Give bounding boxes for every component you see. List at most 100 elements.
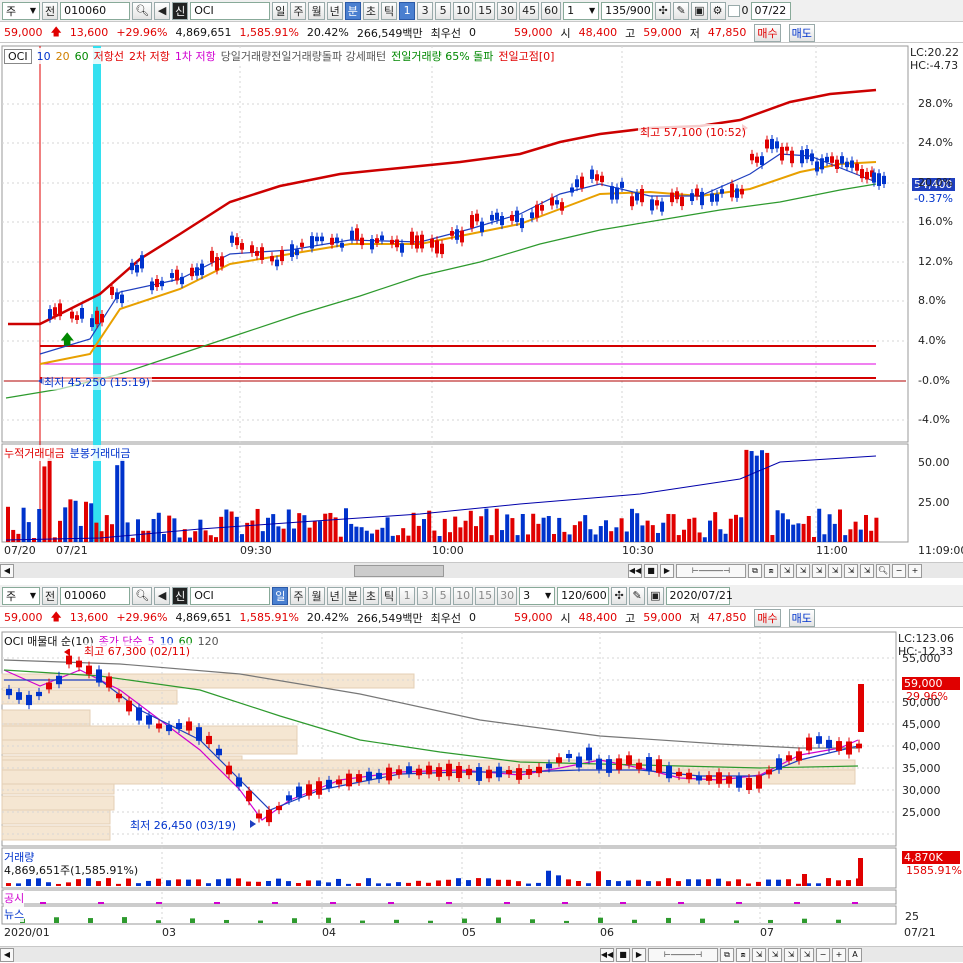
search-icon[interactable]: 🔍︎ — [132, 586, 153, 605]
code-input-2[interactable]: 010060 — [60, 586, 131, 605]
candle — [380, 235, 384, 241]
save-icon[interactable]: ▣ — [691, 1, 708, 20]
crosshair-icon[interactable]: ✣ — [611, 586, 628, 605]
tool6-icon[interactable]: ⇲ — [800, 947, 814, 962]
stop-icon[interactable]: ■ — [644, 563, 658, 578]
interval-5-2[interactable]: 5 — [435, 586, 452, 605]
zoom-slider[interactable]: ⊢―――⊣ — [648, 947, 718, 962]
period-week-2[interactable]: 주 — [290, 586, 307, 605]
tool2-icon[interactable]: ⧈ — [764, 563, 778, 578]
count-field-2[interactable]: 120/600 — [557, 586, 610, 605]
plus-icon[interactable]: + — [832, 947, 846, 962]
pencil-icon[interactable]: ✎ — [629, 586, 646, 605]
checkbox[interactable] — [727, 4, 740, 17]
candle — [315, 236, 319, 242]
interval-15-2[interactable]: 15 — [475, 586, 496, 605]
scroll-thumb[interactable] — [354, 564, 444, 577]
sell-button-2[interactable]: 매도 — [788, 608, 815, 627]
period-year[interactable]: 년 — [326, 1, 343, 20]
search-icon[interactable]: 🔍︎ — [132, 1, 153, 20]
scroll-left-icon[interactable]: ◀ — [0, 947, 14, 962]
buy-button-2[interactable]: 매수 — [754, 608, 781, 627]
period-tick-2[interactable]: 틱 — [380, 586, 398, 605]
interval-10-2[interactable]: 10 — [453, 586, 474, 605]
period-minute-2[interactable]: 분 — [344, 586, 361, 605]
stop-icon[interactable]: ■ — [616, 947, 630, 962]
speaker-icon[interactable]: ◀︎ — [154, 586, 171, 605]
period-second[interactable]: 초 — [362, 1, 379, 20]
interval-3-2[interactable]: 3 — [417, 586, 434, 605]
rewind-icon[interactable]: ◀◀ — [600, 947, 614, 962]
interval-30[interactable]: 30 — [497, 1, 518, 20]
type-select[interactable]: 주 ▼ — [2, 1, 40, 20]
interval-select-2[interactable]: 3 ▼ — [519, 586, 556, 605]
prev-button[interactable]: 전 — [42, 1, 59, 20]
minus-icon[interactable]: − — [892, 563, 906, 578]
prev-button-2[interactable]: 전 — [42, 586, 59, 605]
tool6-icon[interactable]: ⇲ — [828, 563, 842, 578]
period-day[interactable]: 일 — [272, 1, 289, 20]
tool3-icon[interactable]: ⇲ — [752, 947, 766, 962]
count-field[interactable]: 135/900 — [601, 1, 654, 20]
interval-1[interactable]: 1 — [399, 1, 416, 20]
speaker-icon[interactable]: ◀︎ — [154, 1, 171, 20]
tool-icon[interactable]: ⧉ — [720, 947, 734, 962]
rewind-icon[interactable]: ◀◀ — [628, 563, 642, 578]
daily-candle — [426, 765, 432, 775]
name-input-2[interactable]: OCI — [190, 586, 271, 605]
interval-30-2[interactable]: 30 — [497, 586, 518, 605]
tool4-icon[interactable]: ⇲ — [768, 947, 782, 962]
date-field-2[interactable]: 2020/07/21 — [665, 586, 733, 605]
forward-icon[interactable]: ▶ — [632, 947, 646, 962]
period-minute[interactable]: 분 — [344, 1, 361, 20]
name-input[interactable]: OCI — [190, 1, 271, 20]
daily-candle — [126, 700, 132, 712]
period-tick[interactable]: 틱 — [380, 1, 398, 20]
crosshair-icon[interactable]: ✣ — [655, 1, 672, 20]
forward-icon[interactable]: ▶ — [660, 563, 674, 578]
notice-mark — [678, 902, 684, 904]
minus-icon[interactable]: − — [816, 947, 830, 962]
tool3-icon[interactable]: ⇲ — [780, 563, 794, 578]
period-week[interactable]: 주 — [290, 1, 307, 20]
tool-icon[interactable]: ⧉ — [748, 563, 762, 578]
period-month-2[interactable]: 월 — [308, 586, 325, 605]
daily-volume-bar — [286, 881, 291, 886]
daily-chart[interactable] — [0, 630, 963, 946]
tool5-icon[interactable]: ⇲ — [812, 563, 826, 578]
period-second-2[interactable]: 초 — [362, 586, 379, 605]
bottom-scrollbar[interactable]: ◀ ◀◀ ■ ▶ ⊢―――⊣ ⧉ ⧈ ⇲ ⇲ ⇲ ⇲ − + A — [0, 946, 963, 962]
interval-select[interactable]: 1 ▼ — [563, 1, 600, 20]
zoom-slider[interactable]: ⊢―――⊣ — [676, 563, 746, 578]
period-month[interactable]: 월 — [308, 1, 325, 20]
plus-icon[interactable]: + — [908, 563, 922, 578]
magnify-icon[interactable]: 🔍︎ — [876, 563, 890, 578]
code-input[interactable]: 010060 — [60, 1, 131, 20]
date-field[interactable]: 07/22 — [750, 1, 791, 20]
tool4-icon[interactable]: ⇲ — [796, 563, 810, 578]
top-scrollbar[interactable]: ◀ ◀◀ ■ ▶ ⊢―――⊣ ⧉ ⧈ ⇲ ⇲ ⇲ ⇲ ⇲ ⇲ 🔍︎ − + — [0, 562, 963, 578]
period-day-2[interactable]: 일 — [272, 586, 289, 605]
tool5-icon[interactable]: ⇲ — [784, 947, 798, 962]
candle — [150, 281, 154, 291]
scroll-left-icon[interactable]: ◀ — [0, 563, 14, 578]
buy-button[interactable]: 매수 — [754, 23, 781, 42]
interval-5[interactable]: 5 — [435, 1, 452, 20]
intraday-chart[interactable]: 🡅 — [0, 44, 963, 564]
type-select-2[interactable]: 주 ▼ — [2, 586, 40, 605]
interval-1-2[interactable]: 1 — [399, 586, 416, 605]
interval-45[interactable]: 45 — [519, 1, 540, 20]
sell-button[interactable]: 매도 — [788, 23, 815, 42]
period-year-2[interactable]: 년 — [326, 586, 343, 605]
tool2-icon[interactable]: ⧈ — [736, 947, 750, 962]
font-icon[interactable]: A — [848, 947, 862, 962]
interval-15[interactable]: 15 — [475, 1, 496, 20]
pencil-icon[interactable]: ✎ — [673, 1, 690, 20]
interval-3[interactable]: 3 — [417, 1, 434, 20]
tool8-icon[interactable]: ⇲ — [860, 563, 874, 578]
tool7-icon[interactable]: ⇲ — [844, 563, 858, 578]
interval-10[interactable]: 10 — [453, 1, 474, 20]
interval-60[interactable]: 60 — [541, 1, 562, 20]
gear-icon[interactable]: ⚙ — [709, 1, 726, 20]
save-icon[interactable]: ▣ — [647, 586, 664, 605]
